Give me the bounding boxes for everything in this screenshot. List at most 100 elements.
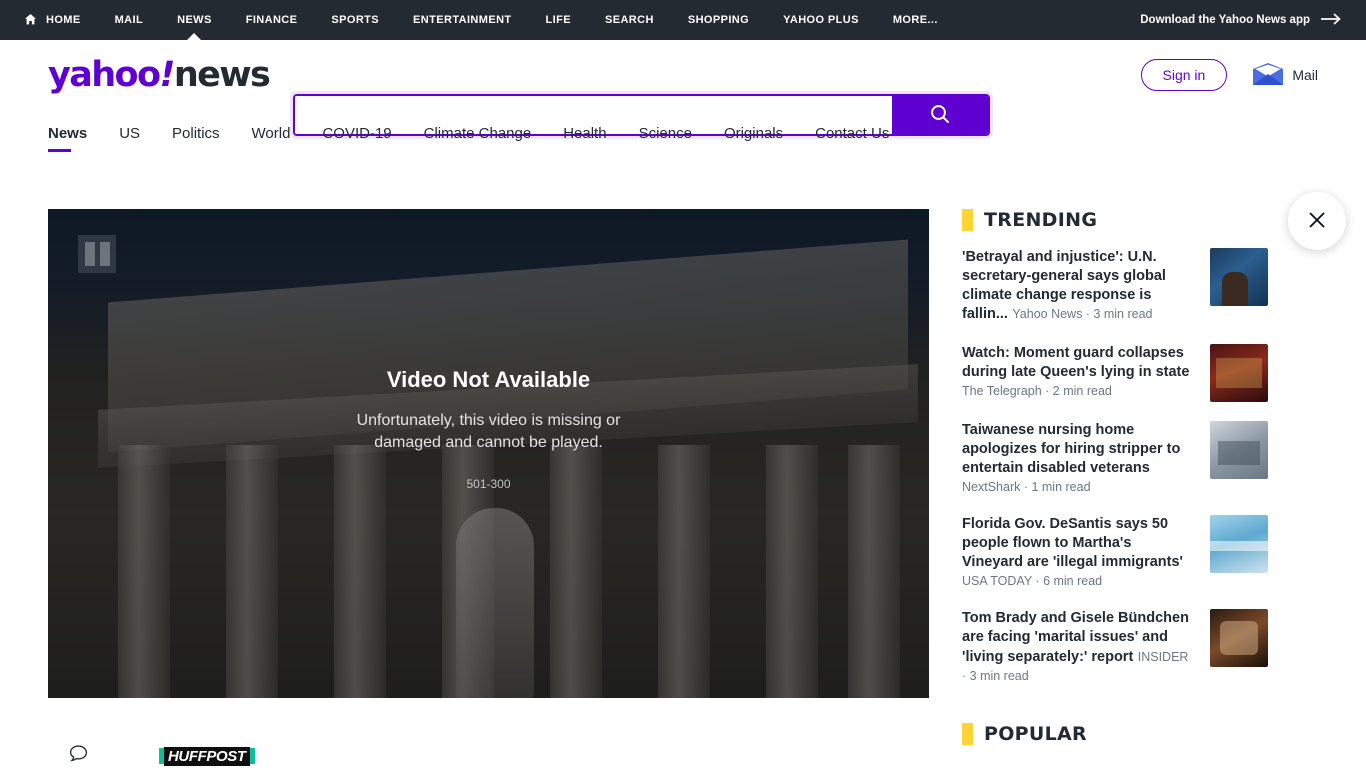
main-column: Video Not Available Unfortunately, this … <box>48 209 929 768</box>
trending-item-thumbnail <box>1210 609 1268 668</box>
top-nav-item-life[interactable]: LIFE <box>529 0 588 40</box>
trending-item-read-time: 6 min read <box>1043 574 1103 589</box>
trending-item-meta: The Telegraph · 2 min read <box>962 383 1112 398</box>
download-app-link[interactable]: Download the Yahoo News app <box>1140 12 1342 29</box>
mail-label: Mail <box>1292 67 1318 83</box>
trending-list-item[interactable]: Tom Brady and Gisele Bündchen are facing… <box>962 609 1268 684</box>
universal-header: HOME MAIL NEWS FINANCE SPORTS ENTERTAINM… <box>0 0 1366 40</box>
arrow-right-icon <box>1320 12 1342 29</box>
universal-nav: HOME MAIL NEWS FINANCE SPORTS ENTERTAINM… <box>24 0 955 40</box>
trending-item-text: Watch: Moment guard collapses during lat… <box>962 344 1196 400</box>
trending-title: TRENDING <box>984 209 1098 231</box>
trending-item-text: Florida Gov. DeSantis says 50 people flo… <box>962 515 1196 590</box>
top-nav-label: MORE... <box>892 14 938 26</box>
top-nav-item-home[interactable]: HOME <box>24 0 98 40</box>
popular-header: POPULAR <box>962 722 1268 745</box>
section-nav-item-news[interactable]: News <box>48 125 103 152</box>
top-nav-item-shopping[interactable]: SHOPPING <box>671 0 766 40</box>
sign-in-button[interactable]: Sign in <box>1140 59 1228 91</box>
top-nav-label: SEARCH <box>604 14 654 26</box>
trending-item-title: Taiwanese nursing home apologizes for hi… <box>962 421 1181 476</box>
envelope-icon <box>1253 62 1284 88</box>
section-nav-item-health[interactable]: Health <box>547 125 622 152</box>
trending-item-meta: USA TODAY · 6 min read <box>962 574 1103 589</box>
section-nav-item-originals[interactable]: Originals <box>708 125 799 152</box>
top-nav-item-search[interactable]: SEARCH <box>588 0 671 40</box>
huffpost-name: HUFFPOST <box>164 746 250 766</box>
top-nav-label: MAIL <box>114 14 144 26</box>
top-nav-label: SPORTS <box>331 14 380 26</box>
trending-item-source: USA TODAY <box>962 574 1032 589</box>
huffpost-bar-right <box>249 748 255 764</box>
trending-item-read-time: 3 min read <box>1093 307 1153 322</box>
logo-brand: yahoo <box>48 54 161 95</box>
section-nav-item-climate-change[interactable]: Climate Change <box>408 125 548 152</box>
trending-item-source: The Telegraph <box>962 383 1042 398</box>
pause-icon[interactable] <box>78 235 116 273</box>
top-nav-item-sports[interactable]: SPORTS <box>314 0 396 40</box>
trending-item-meta: NextShark · 1 min read <box>962 479 1091 494</box>
sidebar: TRENDING 'Betrayal and injustice': U.N. … <box>962 209 1268 768</box>
trending-item-thumbnail <box>1210 248 1268 306</box>
top-nav-label: HOME <box>46 14 81 26</box>
trending-list-item[interactable]: Watch: Moment guard collapses during lat… <box>962 343 1268 402</box>
comment-icon[interactable] <box>68 743 89 768</box>
top-nav-item-mail[interactable]: MAIL <box>98 0 160 40</box>
trending-item-read-time: 1 min read <box>1031 479 1091 494</box>
search-icon <box>928 102 952 129</box>
download-app-label: Download the Yahoo News app <box>1140 14 1310 26</box>
section-nav-item-world[interactable]: World <box>236 125 307 152</box>
trending-item-source: NextShark <box>962 479 1021 494</box>
masthead-actions: Sign in Mail <box>1140 40 1318 110</box>
trending-item-title: Watch: Moment guard collapses during lat… <box>962 344 1190 380</box>
provider-logo-huffpost[interactable]: HUFFPOST <box>159 746 255 766</box>
trending-swatch-icon <box>962 209 973 231</box>
trending-item-text: Tom Brady and Gisele Bündchen are facing… <box>962 609 1196 684</box>
trending-list-item[interactable]: 'Betrayal and injustice': U.N. secretary… <box>962 248 1268 325</box>
mail-link[interactable]: Mail <box>1253 62 1318 88</box>
section-nav-item-science[interactable]: Science <box>623 125 708 152</box>
trending-list-item[interactable]: Taiwanese nursing home apologizes for hi… <box>962 420 1268 496</box>
masthead: yahoo! news Sign in Mail <box>0 40 1366 136</box>
top-nav-item-news[interactable]: NEWS <box>160 0 229 40</box>
top-nav-label: ENTERTAINMENT <box>413 14 512 26</box>
page-body: Video Not Available Unfortunately, this … <box>0 209 1366 768</box>
section-nav-item-us[interactable]: US <box>103 125 156 152</box>
trending-item-text: Taiwanese nursing home apologizes for hi… <box>962 421 1196 496</box>
video-player[interactable]: Video Not Available Unfortunately, this … <box>48 209 929 698</box>
top-nav-label: YAHOO PLUS <box>783 14 859 26</box>
top-nav-item-entertainment[interactable]: ENTERTAINMENT <box>396 0 529 40</box>
top-nav-label: LIFE <box>545 14 571 26</box>
trending-item-read-time: 3 min read <box>969 668 1029 683</box>
top-nav-item-yahoo-plus[interactable]: YAHOO PLUS <box>766 0 876 40</box>
yahoo-news-logo[interactable]: yahoo! news <box>48 54 271 95</box>
trending-item-thumbnail <box>1210 420 1268 479</box>
top-nav-label: FINANCE <box>245 14 298 26</box>
popular-swatch-icon <box>962 722 973 745</box>
search-button[interactable] <box>892 96 988 134</box>
video-error-title: Video Not Available <box>386 367 591 392</box>
trending-item-read-time: 2 min read <box>1052 383 1112 398</box>
video-error-code: 501-300 <box>466 477 511 492</box>
section-nav-item-contact-us[interactable]: Contact Us <box>799 125 905 152</box>
logo-bang: ! <box>159 54 175 95</box>
top-nav-item-more[interactable]: MORE... <box>876 0 955 40</box>
article-footer: HUFFPOST <box>48 726 929 768</box>
top-nav-label: SHOPPING <box>687 14 750 26</box>
trending-item-meta: Yahoo News · 3 min read <box>1012 307 1153 322</box>
section-nav-item-covid-19[interactable]: COVID-19 <box>306 125 407 152</box>
home-icon <box>24 13 37 29</box>
trending-list-item[interactable]: Florida Gov. DeSantis says 50 people flo… <box>962 514 1268 590</box>
section-nav-item-politics[interactable]: Politics <box>156 125 236 152</box>
logo-product: news <box>173 54 271 95</box>
close-button[interactable] <box>1288 192 1346 250</box>
trending-item-source: Yahoo News <box>1012 307 1083 322</box>
close-icon <box>1307 210 1327 233</box>
trending-item-thumbnail <box>1210 514 1268 573</box>
trending-item-title: Florida Gov. DeSantis says 50 people flo… <box>962 515 1183 571</box>
video-error-overlay: Video Not Available Unfortunately, this … <box>48 367 929 491</box>
trending-item-text: 'Betrayal and injustice': U.N. secretary… <box>962 248 1196 325</box>
trending-header: TRENDING <box>962 209 1268 231</box>
trending-item-source: INSIDER <box>1137 649 1189 664</box>
top-nav-item-finance[interactable]: FINANCE <box>229 0 315 40</box>
